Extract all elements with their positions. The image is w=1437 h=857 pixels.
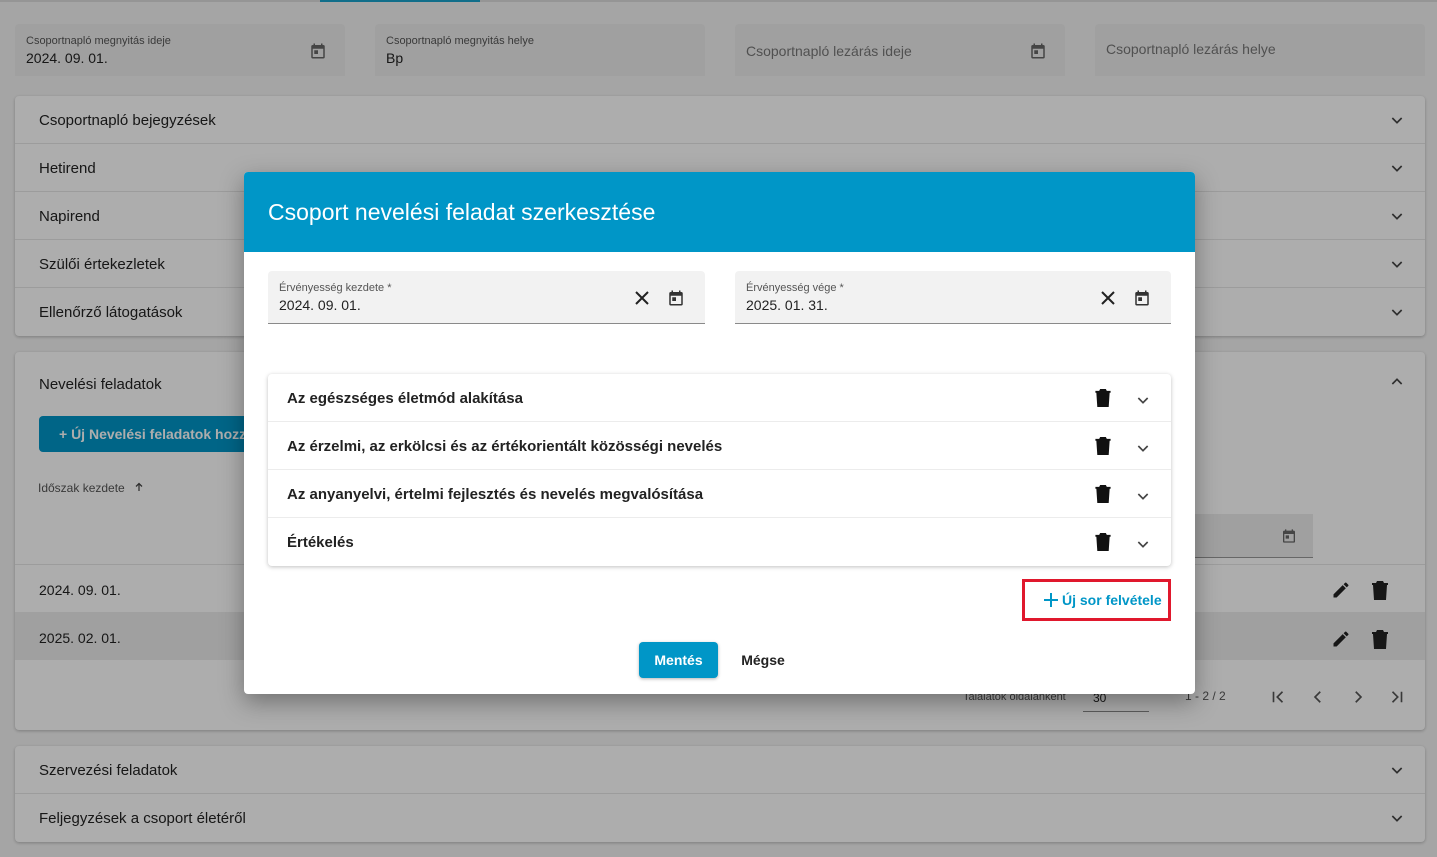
calendar-icon[interactable]: [667, 289, 685, 307]
plus-icon: [1044, 593, 1058, 607]
trash-icon[interactable]: [1095, 484, 1111, 503]
edit-dialog: Csoport nevelési feladat szerkesztése Ér…: [244, 172, 1195, 694]
dialog-title: Csoport nevelési feladat szerkesztése: [268, 199, 656, 225]
list-item-label: Az egészséges életmód alakítása: [287, 390, 523, 407]
list-item-label: Az anyanyelvi, értelmi fejlesztés és nev…: [287, 486, 704, 503]
list-item[interactable]: Az érzelmi, az erkölcsi és az értékorien…: [268, 422, 1171, 470]
list-item[interactable]: Értékelés: [268, 518, 1171, 566]
chevron-down-icon[interactable]: [1135, 440, 1151, 456]
list-item[interactable]: Az egészséges életmód alakítása: [268, 374, 1171, 422]
save-button[interactable]: Mentés: [639, 642, 718, 678]
list-item-label: Értékelés: [287, 534, 354, 551]
trash-icon[interactable]: [1095, 436, 1111, 455]
add-row-label: Új sor felvétele: [1062, 592, 1162, 608]
trash-icon[interactable]: [1095, 388, 1111, 407]
clear-icon[interactable]: [1101, 291, 1115, 305]
chevron-down-icon[interactable]: [1135, 392, 1151, 408]
chevron-down-icon[interactable]: [1135, 488, 1151, 504]
list-item-label: Az érzelmi, az erkölcsi és az értékorien…: [287, 438, 723, 455]
clear-icon[interactable]: [635, 291, 649, 305]
valid-to-field[interactable]: Érvényesség vége * 2025. 01. 31.: [735, 271, 1171, 324]
calendar-icon[interactable]: [1133, 289, 1151, 307]
task-list: Az egészséges életmód alakítása Az érzel…: [268, 374, 1171, 566]
trash-icon[interactable]: [1095, 532, 1111, 551]
field-value: 2024. 09. 01.: [279, 297, 361, 313]
list-item[interactable]: Az anyanyelvi, értelmi fejlesztés és nev…: [268, 470, 1171, 518]
field-value: 2025. 01. 31.: [746, 297, 828, 313]
field-label: Érvényesség kezdete *: [279, 282, 392, 294]
add-row-button[interactable]: Új sor felvétele: [1022, 579, 1171, 621]
field-label: Érvényesség vége *: [746, 282, 844, 294]
dialog-header: Csoport nevelési feladat szerkesztése: [244, 172, 1195, 252]
valid-from-field[interactable]: Érvényesség kezdete * 2024. 09. 01.: [268, 271, 705, 324]
cancel-button[interactable]: Mégse: [728, 642, 798, 678]
chevron-down-icon[interactable]: [1135, 536, 1151, 552]
